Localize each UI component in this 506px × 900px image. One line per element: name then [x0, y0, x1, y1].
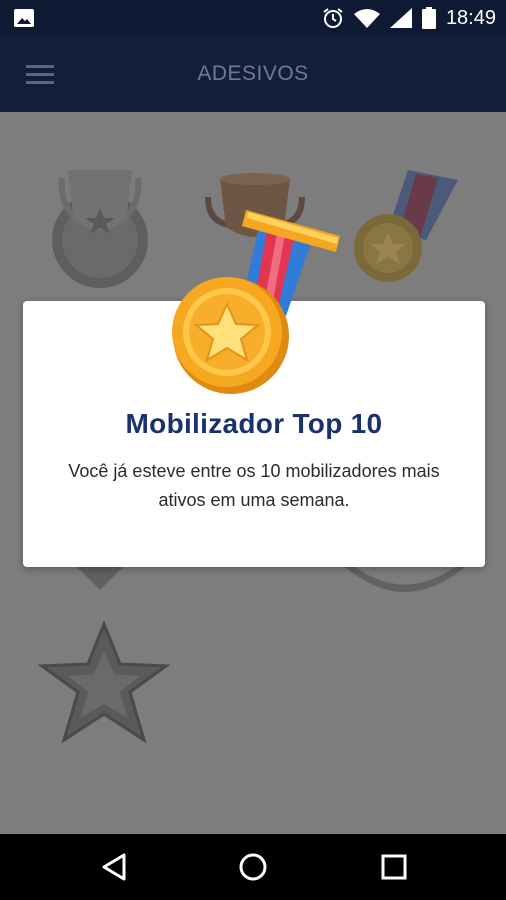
home-icon[interactable] [237, 851, 269, 883]
image-icon [14, 9, 34, 27]
star-badge[interactable] [38, 620, 170, 746]
navigation-bar [0, 834, 506, 900]
recents-icon[interactable] [378, 851, 410, 883]
medal-icon [172, 210, 340, 394]
status-icons: 18:49 [322, 0, 496, 36]
wifi-icon [353, 9, 380, 28]
back-icon[interactable] [98, 851, 130, 883]
dialog-title: Mobilizador Top 10 [125, 408, 383, 439]
trophy-silver-badge[interactable] [40, 160, 160, 290]
hidden-badge-right[interactable] [345, 567, 465, 597]
page-title: ADESIVOS [197, 62, 309, 85]
signal-icon [389, 8, 412, 28]
battery-icon [421, 7, 436, 29]
medal-gold-badge[interactable] [348, 160, 468, 290]
app-bar: ADESIVOS [0, 36, 506, 112]
dialog-message: Você já esteve entre os 10 mobilizadores… [68, 461, 440, 510]
status-bar: 18:49 [0, 0, 506, 36]
alarm-icon [323, 8, 343, 28]
clock: 18:49 [445, 6, 496, 29]
